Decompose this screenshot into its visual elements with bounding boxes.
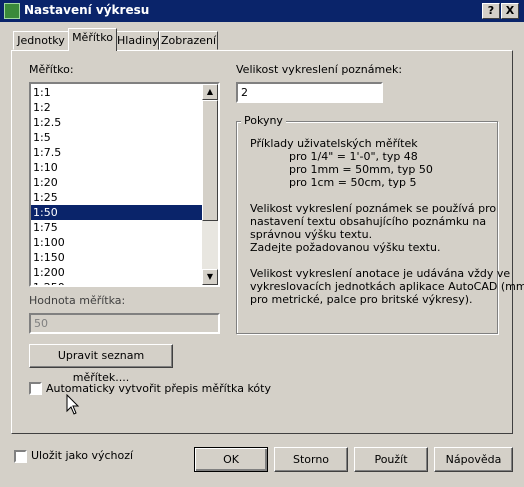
- edit-scales-button[interactable]: Upravit seznam měřítek....: [29, 344, 173, 384]
- tab-hladiny[interactable]: Hladiny: [116, 31, 159, 50]
- list-item[interactable]: 1:2: [31, 100, 202, 115]
- scroll-thumb[interactable]: [202, 100, 218, 221]
- help-icon[interactable]: ?: [482, 3, 500, 19]
- list-item[interactable]: 1:150: [31, 250, 202, 265]
- scale-list-items: 1:1 1:2 1:2.5 1:5 1:7.5 1:10 1:20 1:25 1:50 1:75 1…: [31, 85, 202, 285]
- list-item[interactable]: 1:250: [31, 280, 202, 285]
- info-line: Velikost vykreslení anotace je udávána v…: [250, 267, 511, 280]
- list-item[interactable]: 1:20: [31, 175, 202, 190]
- cancel-button[interactable]: Storno: [274, 447, 348, 472]
- ok-button[interactable]: OK: [194, 447, 268, 472]
- list-item[interactable]: 1:25: [31, 190, 202, 205]
- save-default-checkbox[interactable]: [14, 450, 27, 463]
- info-line: správnou výšku textu.: [250, 228, 373, 241]
- list-item[interactable]: 1:1: [31, 85, 202, 100]
- annotation-size-label: Velikost vykreslení poznámek:: [236, 63, 403, 76]
- example-line: pro 1mm = 50mm, typ 50: [289, 163, 433, 176]
- example-line: pro 1/4" = 1'-0", typ 48: [289, 150, 418, 163]
- tab-meritko[interactable]: Měřítko: [68, 28, 117, 51]
- examples-heading: Příklady uživatelských měřítek: [250, 137, 418, 150]
- window-title: Nastavení výkresu: [24, 3, 150, 17]
- help-button[interactable]: Nápověda: [434, 447, 513, 472]
- auto-override-checkbox[interactable]: [29, 382, 42, 395]
- tab-jednotky[interactable]: Jednotky: [13, 31, 69, 50]
- info-line: nastavení textu obsahujícího poznámku na: [250, 215, 487, 228]
- info-line: Velikost vykreslení poznámek se používá …: [250, 202, 497, 215]
- list-item[interactable]: 1:75: [31, 220, 202, 235]
- tab-zobrazeni[interactable]: Zobrazení: [159, 31, 218, 50]
- annotation-size-input[interactable]: 2: [236, 82, 383, 103]
- title-bar[interactable]: Nastavení výkresu ? X: [0, 0, 524, 22]
- annotation-size-value: 2: [241, 86, 248, 99]
- list-item[interactable]: 1:100: [31, 235, 202, 250]
- list-item[interactable]: 1:200: [31, 265, 202, 280]
- list-item[interactable]: 1:10: [31, 160, 202, 175]
- instructions-text: Příklady uživatelských měřítek pro 1/4" …: [250, 137, 524, 306]
- scroll-up-icon[interactable]: ▲: [202, 84, 218, 100]
- scale-value-label: Hodnota měřítka:: [29, 294, 126, 307]
- info-line: pro metrické, palce pro britské výkresy)…: [250, 293, 473, 306]
- scale-value-field: 50: [29, 313, 220, 334]
- app-icon: [4, 3, 20, 19]
- scale-list[interactable]: 1:1 1:2 1:2.5 1:5 1:7.5 1:10 1:20 1:25 1:50 1:75 1…: [29, 82, 220, 287]
- scroll-down-icon[interactable]: ▼: [202, 269, 218, 285]
- close-icon[interactable]: X: [501, 3, 519, 19]
- list-item[interactable]: 1:50: [31, 205, 202, 220]
- instructions-title: Pokyny: [241, 114, 286, 127]
- info-line: vykreslovacích jednotkách aplikace AutoC…: [250, 280, 524, 293]
- save-default-label: Uložit jako výchozí: [31, 449, 134, 462]
- info-line: Zadejte požadovanou výšku textu.: [250, 241, 441, 254]
- list-item[interactable]: 1:5: [31, 130, 202, 145]
- scrollbar[interactable]: ▲ ▼: [202, 84, 218, 285]
- scale-value-text: 50: [34, 317, 48, 330]
- apply-button[interactable]: Použít: [354, 447, 428, 472]
- list-item[interactable]: 1:7.5: [31, 145, 202, 160]
- list-item[interactable]: 1:2.5: [31, 115, 202, 130]
- mouse-cursor-icon: [66, 394, 80, 415]
- scale-label: Měřítko:: [29, 63, 74, 76]
- example-line: pro 1cm = 50cm, typ 5: [289, 176, 417, 189]
